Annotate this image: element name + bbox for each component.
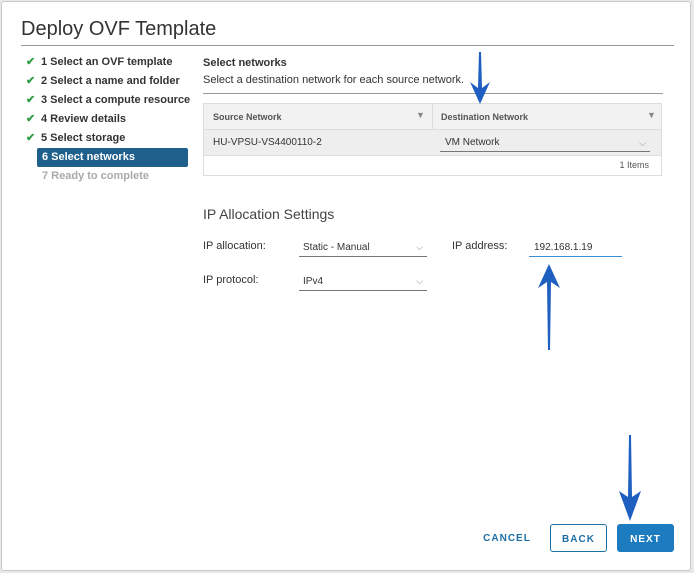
column-header-source[interactable]: Source Network [213, 112, 282, 122]
check-icon: ✔ [26, 75, 36, 87]
column-header-destination[interactable]: Destination Network [441, 112, 528, 122]
step-select-networks[interactable]: 6 Select networks [37, 148, 188, 167]
wizard-steps: ✔ 1 Select an OVF template ✔ 2 Select a … [24, 53, 191, 186]
arrow-annotation-icon [619, 435, 641, 521]
step-label: 4 Review details [41, 113, 126, 125]
step-label: 3 Select a compute resource [41, 94, 191, 106]
ip-protocol-value: IPv4 [303, 276, 324, 287]
step-label: 5 Select storage [41, 132, 126, 144]
cancel-button[interactable]: CANCEL [477, 524, 537, 552]
chevron-down-icon: ⌵ [416, 242, 423, 252]
step-select-ovf-template[interactable]: ✔ 1 Select an OVF template [24, 53, 188, 72]
section-divider [203, 93, 663, 94]
check-icon: ✔ [26, 132, 36, 144]
section-description: Select a destination network for each so… [203, 74, 465, 86]
arrow-annotation-icon [470, 52, 490, 104]
networks-section: Select networks Select a destination net… [203, 57, 663, 94]
ip-allocation-label: IP allocation: [203, 240, 266, 252]
check-icon: ✔ [26, 94, 36, 106]
step-label: 1 Select an OVF template [41, 56, 173, 68]
title-divider [21, 45, 674, 46]
dialog-title: Deploy OVF Template [21, 18, 217, 40]
ip-allocation-value: Static - Manual [303, 242, 370, 253]
items-count: 1 Items [619, 160, 649, 170]
destination-network-value: VM Network [445, 137, 500, 148]
step-select-storage[interactable]: ✔ 5 Select storage [24, 129, 188, 148]
step-label: 2 Select a name and folder [41, 75, 180, 87]
ip-protocol-label: IP protocol: [203, 274, 259, 286]
check-icon: ✔ [26, 56, 36, 68]
destination-network-select[interactable]: VM Network ⌵ [440, 134, 650, 152]
step-ready-to-complete: 7 Ready to complete [37, 167, 188, 186]
step-review-details[interactable]: ✔ 4 Review details [24, 110, 188, 129]
filter-icon[interactable]: ▼ [416, 110, 425, 120]
section-heading: Select networks [203, 57, 287, 69]
ip-protocol-select[interactable]: IPv4 ⌵ [299, 272, 427, 291]
grid-header: Source Network ▼ Destination Network ▼ [204, 104, 661, 130]
back-button[interactable]: BACK [550, 524, 607, 552]
arrow-annotation-icon [538, 264, 560, 350]
step-select-name-folder[interactable]: ✔ 2 Select a name and folder [24, 72, 188, 91]
check-icon: ✔ [26, 113, 36, 125]
filter-icon[interactable]: ▼ [647, 110, 656, 120]
step-select-compute-resource[interactable]: ✔ 3 Select a compute resource [24, 91, 191, 110]
step-label: 7 Ready to complete [42, 170, 149, 182]
ip-allocation-title: IP Allocation Settings [203, 206, 335, 222]
chevron-down-icon: ⌵ [639, 138, 646, 148]
ip-address-label: IP address: [452, 240, 508, 252]
ip-allocation-select[interactable]: Static - Manual ⌵ [299, 238, 427, 257]
next-button[interactable]: NEXT [617, 524, 674, 552]
column-divider [432, 104, 433, 129]
ip-address-input[interactable] [529, 238, 622, 257]
chevron-down-icon: ⌵ [416, 276, 423, 286]
table-row[interactable]: HU-VPSU-VS4400110-2 VM Network ⌵ [204, 130, 661, 156]
network-mapping-grid: Source Network ▼ Destination Network ▼ H… [203, 103, 662, 176]
source-network-cell: HU-VPSU-VS4400110-2 [213, 137, 322, 148]
step-label: 6 Select networks [42, 151, 135, 163]
